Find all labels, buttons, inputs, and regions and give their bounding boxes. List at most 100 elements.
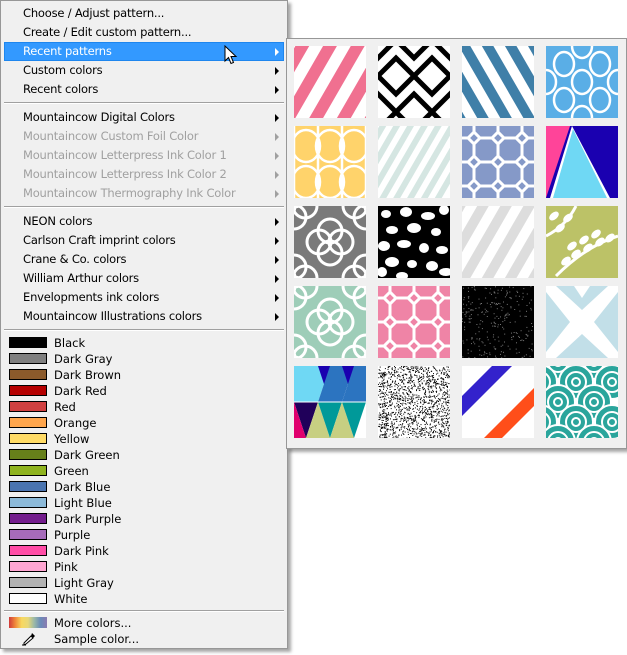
menu-item-mountaincow-illustrations-colors[interactable]: Mountaincow Illustrations colors xyxy=(4,307,284,326)
menu-item-sample-color[interactable]: Sample color... xyxy=(4,631,284,647)
pattern-tile-olive-leaf-vines[interactable] xyxy=(546,206,618,278)
color-item-red[interactable]: Red xyxy=(4,399,284,415)
menu-item-label: Carlson Craft imprint colors xyxy=(23,233,176,247)
color-item-dark-green[interactable]: Dark Green xyxy=(4,447,284,463)
menu-item-envelopments-ink-colors[interactable]: Envelopments ink colors xyxy=(4,288,284,307)
menu-item-label: Choose / Adjust pattern... xyxy=(23,6,165,20)
menu-item-create-edit-custom-pattern[interactable]: Create / Edit custom pattern... xyxy=(4,23,284,42)
pattern-tile-yellow-arches-trellis[interactable] xyxy=(294,126,366,198)
color-item-dark-blue[interactable]: Dark Blue xyxy=(4,479,284,495)
submenu-arrow-icon xyxy=(275,256,279,264)
submenu-arrow-icon xyxy=(275,171,279,179)
color-swatch xyxy=(9,593,47,604)
color-swatch xyxy=(9,561,47,572)
color-swatch xyxy=(9,401,47,412)
pattern-tile-light-blue-ovals-lattice[interactable] xyxy=(546,46,618,118)
color-item-green[interactable]: Green xyxy=(4,463,284,479)
pattern-tile-blue-red-glitter-stripes[interactable] xyxy=(462,366,534,438)
menu-separator xyxy=(4,206,284,208)
submenu-arrow-icon xyxy=(275,133,279,141)
color-item-dark-brown[interactable]: Dark Brown xyxy=(4,367,284,383)
menu-item-mountaincow-thermography-ink: Mountaincow Thermography Ink Color xyxy=(4,184,284,203)
pattern-tile-pink-chain-link[interactable] xyxy=(378,286,450,358)
menu-item-custom-colors[interactable]: Custom colors xyxy=(4,61,284,80)
color-item-dark-purple[interactable]: Dark Purple xyxy=(4,511,284,527)
color-label: Dark Purple xyxy=(54,512,122,526)
pattern-tile-light-gray-stripes[interactable] xyxy=(462,206,534,278)
pattern-tile-mint-thin-stripes[interactable] xyxy=(378,126,450,198)
color-item-black[interactable]: Black xyxy=(4,335,284,351)
menu-item-recent-patterns[interactable]: Recent patterns xyxy=(4,42,284,61)
menu-item-mountaincow-letterpress-ink-1: Mountaincow Letterpress Ink Color 1 xyxy=(4,146,284,165)
pattern-tile-gray-quatrefoil[interactable] xyxy=(294,206,366,278)
pattern-swatch xyxy=(378,206,450,278)
color-item-light-blue[interactable]: Light Blue xyxy=(4,495,284,511)
submenu-arrow-icon xyxy=(275,190,279,198)
menu-item-more-colors[interactable]: More colors... xyxy=(4,615,284,631)
menu-item-mountaincow-digital-colors[interactable]: Mountaincow Digital Colors xyxy=(4,108,284,127)
menu-item-william-arthur-colors[interactable]: William Arthur colors xyxy=(4,269,284,288)
mouse-pointer-icon xyxy=(224,45,238,65)
color-label: Purple xyxy=(54,528,91,542)
submenu-arrow-icon xyxy=(275,218,279,226)
color-item-dark-pink[interactable]: Dark Pink xyxy=(4,543,284,559)
color-label: Dark Red xyxy=(54,384,107,398)
pattern-tile-teal-circles-scales[interactable] xyxy=(546,366,618,438)
pattern-tile-black-damask-paisley[interactable] xyxy=(378,366,450,438)
color-label: Green xyxy=(54,464,89,478)
menu-separator xyxy=(4,102,284,104)
color-swatch xyxy=(9,369,47,380)
pattern-tile-mint-quatrefoil[interactable] xyxy=(294,286,366,358)
pattern-swatch xyxy=(546,126,618,198)
menu-item-crane-co-colors[interactable]: Crane & Co. colors xyxy=(4,250,284,269)
menu-item-label: Crane & Co. colors xyxy=(23,252,127,266)
color-item-orange[interactable]: Orange xyxy=(4,415,284,431)
pattern-tile-black-ikat-diamonds[interactable] xyxy=(378,46,450,118)
pattern-tile-pink-navy-triangles[interactable] xyxy=(546,126,618,198)
color-item-purple[interactable]: Purple xyxy=(4,527,284,543)
pattern-swatch xyxy=(378,286,450,358)
color-label: Dark Green xyxy=(54,448,120,462)
pattern-swatch xyxy=(462,366,534,438)
submenu-arrow-icon xyxy=(275,67,279,75)
color-swatch xyxy=(9,337,47,348)
menu-item-mountaincow-custom-foil-color: Mountaincow Custom Foil Color xyxy=(4,127,284,146)
color-item-dark-gray[interactable]: Dark Gray xyxy=(4,351,284,367)
pattern-swatch xyxy=(378,366,450,438)
submenu-arrow-icon xyxy=(275,237,279,245)
pattern-tile-blue-diagonal-stripes[interactable] xyxy=(462,46,534,118)
menu-separator xyxy=(4,610,284,612)
color-item-pink[interactable]: Pink xyxy=(4,559,284,575)
color-label: Dark Pink xyxy=(54,544,109,558)
menu-item-choose-adjust-pattern[interactable]: Choose / Adjust pattern... xyxy=(4,4,284,23)
submenu-arrow-icon xyxy=(275,294,279,302)
color-item-dark-red[interactable]: Dark Red xyxy=(4,383,284,399)
pattern-tile-periwinkle-chain-link[interactable] xyxy=(462,126,534,198)
pattern-tile-multicolor-harlequin[interactable] xyxy=(294,366,366,438)
pattern-tile-pink-diagonal-stripes[interactable] xyxy=(294,46,366,118)
menu-item-recent-colors[interactable]: Recent colors xyxy=(4,80,284,99)
color-swatch xyxy=(9,545,47,556)
color-swatch xyxy=(9,353,47,364)
color-context-menu: Choose / Adjust pattern... Create / Edit… xyxy=(0,0,288,649)
submenu-arrow-icon xyxy=(275,86,279,94)
pattern-tile-black-white-spots[interactable] xyxy=(378,206,450,278)
pattern-swatch xyxy=(462,206,534,278)
menu-item-label: Recent patterns xyxy=(23,44,112,58)
menu-item-label: Sample color... xyxy=(54,632,140,646)
color-swatch xyxy=(9,529,47,540)
menu-item-label: Envelopments ink colors xyxy=(23,290,160,304)
color-label: Pink xyxy=(54,560,78,574)
pattern-swatch xyxy=(546,46,618,118)
menu-item-carlson-craft-colors[interactable]: Carlson Craft imprint colors xyxy=(4,231,284,250)
color-item-yellow[interactable]: Yellow xyxy=(4,431,284,447)
pattern-tile-black-glitter[interactable] xyxy=(462,286,534,358)
menu-item-neon-colors[interactable]: NEON colors xyxy=(4,212,284,231)
pattern-tile-light-blue-x[interactable] xyxy=(546,286,618,358)
menu-item-label: Mountaincow Letterpress Ink Color 2 xyxy=(23,167,227,181)
color-item-white[interactable]: White xyxy=(4,591,284,607)
color-swatch xyxy=(9,481,47,492)
color-swatch xyxy=(9,577,47,588)
color-item-light-gray[interactable]: Light Gray xyxy=(4,575,284,591)
pattern-swatch xyxy=(294,126,366,198)
